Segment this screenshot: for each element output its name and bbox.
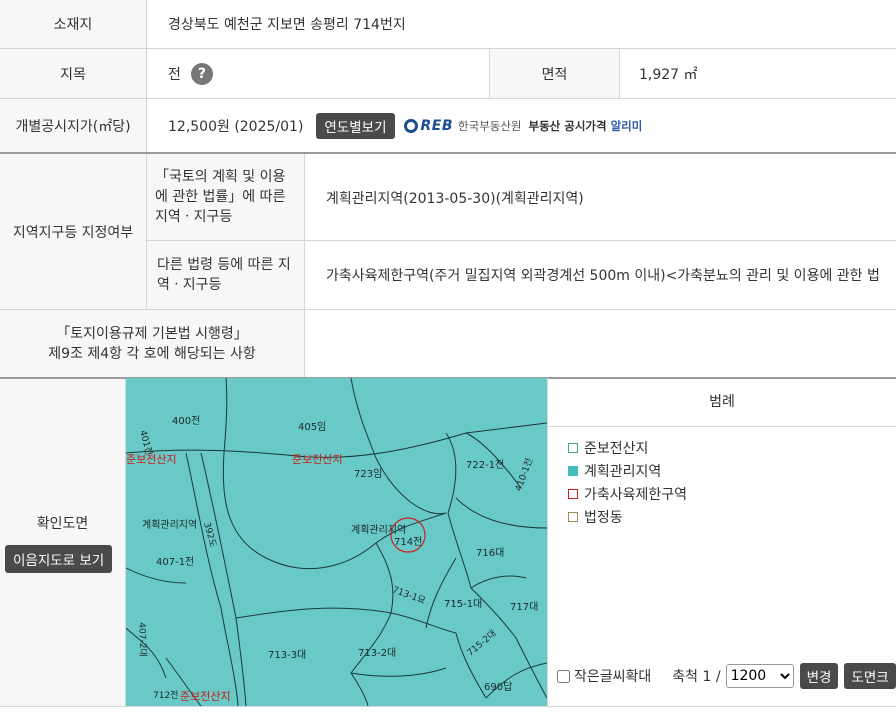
zone-law1-label: 「국토의 계획 및 이용 에 관한 법률」에 따른 지역ㆍ지구등: [147, 154, 305, 241]
small-text-checkbox[interactable]: [557, 669, 570, 683]
zone-law2-value: 가축사육제한구역(주거 밀집지역 외곽경계선 500m 이내)<가축분뇨의 관리…: [326, 268, 880, 284]
legend-item-legal-dong: 법정동: [568, 508, 896, 526]
map-zone-left: 준보전산지: [126, 453, 177, 466]
row-location: 소재지 경상북도 예천군 지보면 송평리 714번지: [0, 0, 896, 49]
land-category-value: 전: [168, 66, 181, 83]
change-scale-button[interactable]: 변경: [799, 663, 839, 689]
map-label-690: 690답: [484, 682, 513, 693]
map-controls: 작은글씨확대 축척 1 / 1200 변경 도면크: [557, 663, 896, 689]
rule-section: 「토지이용규제 기본법 시행령」 제9조 제4항 각 호에 해당되는 사항: [0, 310, 896, 379]
rule-label-line2: 제9조 제4항 각 호에 해당되는 사항: [48, 345, 256, 362]
map-label-714: 714전: [394, 537, 423, 548]
reb-org: 한국부동산원: [458, 118, 522, 133]
print-map-button[interactable]: 도면크: [844, 663, 896, 689]
legend-label: 준보전산지: [584, 441, 649, 457]
map-section-label: 확인도면 이음지도로 보기: [0, 379, 126, 706]
small-text-label: 작은글씨확대: [574, 669, 652, 685]
map-plan-left: 계획관리지역: [142, 520, 198, 531]
row-land-category: 지목 전 ? 면적 1,927 ㎡: [0, 49, 896, 99]
legend-item-conservation-forest: 준보전산지: [568, 439, 896, 457]
location-label: 소재지: [0, 0, 147, 48]
map-label-713-2: 713-2대: [358, 648, 397, 659]
map-label-722: 722-1전: [466, 460, 505, 471]
legend-label: 법정동: [584, 510, 623, 526]
map-label-717: 717대: [510, 602, 539, 613]
filled-square-icon: [568, 466, 578, 476]
map-zone-top: 준보전산지: [292, 453, 343, 466]
official-price-value: 12,500원 (2025/01): [168, 118, 304, 135]
rule-label: 「토지이용규제 기본법 시행령」 제9조 제4항 각 호에 해당되는 사항: [0, 310, 305, 377]
zone-label: 지역지구등 지정여부: [0, 154, 147, 309]
official-price-cell: 12,500원 (2025/01) 연도별보기 REB 한국부동산원 부동산 공…: [168, 99, 642, 152]
map-label-407-2: 407-2대: [136, 622, 148, 657]
map-label-407: 407-1전: [156, 557, 195, 568]
legend-item-planned-management: 계획관리지역: [568, 462, 896, 480]
rule-label-line1: 「토지이용규제 기본법 시행령」: [56, 325, 248, 342]
map-label: 확인도면: [36, 516, 89, 532]
zone-law1-value: 계획관리지역(2013-05-30)(계획관리지역): [326, 190, 584, 207]
map-label-713-3: 713-3대: [268, 650, 307, 661]
legend-title: 범례: [548, 378, 896, 427]
help-icon[interactable]: ?: [190, 62, 213, 85]
area-label: 면적: [489, 49, 620, 98]
map-label-723: 723임: [354, 469, 383, 480]
year-view-button[interactable]: 연도별보기: [316, 112, 395, 139]
legend-panel: 범례 준보전산지 계획관리지역 가축사육제한구역 법정동 작은글씨확대 축척 1…: [547, 378, 896, 706]
map-label-715-1: 715-1대: [444, 599, 483, 610]
reb-service: 부동산 공시가격: [528, 118, 611, 133]
zone-law2-label: 다른 법령 등에 따른 지역ㆍ지구등: [147, 241, 305, 309]
official-price-label: 개별공시지가(㎡당): [0, 99, 147, 152]
area-value: 1,927 ㎡: [639, 66, 698, 83]
legend-list: 준보전산지 계획관리지역 가축사육제한구역 법정동: [548, 427, 896, 526]
reb-link[interactable]: REB 한국부동산원 부동산 공시가격 알리미: [403, 117, 643, 134]
reb-logo-text: REB: [420, 117, 454, 134]
map-zone-bottom: 준보전산지: [180, 690, 231, 703]
reb-logo-icon: [403, 118, 418, 133]
scale-select[interactable]: 1200: [725, 664, 794, 688]
map-label-716: 716대: [476, 548, 505, 559]
map-label-400: 400전: [172, 416, 201, 427]
legend-label: 계획관리지역: [584, 464, 662, 480]
zone-section: 지역지구등 지정여부 「국토의 계획 및 이용 에 관한 법률」에 따른 지역ㆍ…: [0, 154, 896, 310]
land-category-cell: 전 ?: [168, 49, 213, 98]
row-official-price: 개별공시지가(㎡당) 12,500원 (2025/01) 연도별보기 REB 한…: [0, 99, 896, 154]
cadastral-map[interactable]: 400전 405임 401전 준보전산지 준보전산지 723임 722-1전 4…: [126, 378, 547, 706]
open-map-button[interactable]: 이음지도로 보기: [5, 545, 113, 573]
outline-square-icon: [568, 512, 578, 522]
map-parcels: [126, 378, 547, 706]
legend-item-livestock-restriction: 가축사육제한구역: [568, 485, 896, 503]
scale-label: 축척 1 /: [672, 669, 721, 685]
outline-square-icon: [568, 443, 578, 453]
map-label-405: 405임: [298, 422, 327, 433]
land-category-label: 지목: [0, 49, 147, 98]
legend-label: 가축사육제한구역: [584, 487, 688, 503]
reb-service-brand: 알리미: [610, 118, 643, 133]
bottom-border: [0, 706, 896, 707]
location-value: 경상북도 예천군 지보면 송평리 714번지: [168, 17, 406, 33]
outline-square-icon: [568, 489, 578, 499]
map-label-712: 712전: [153, 691, 179, 701]
